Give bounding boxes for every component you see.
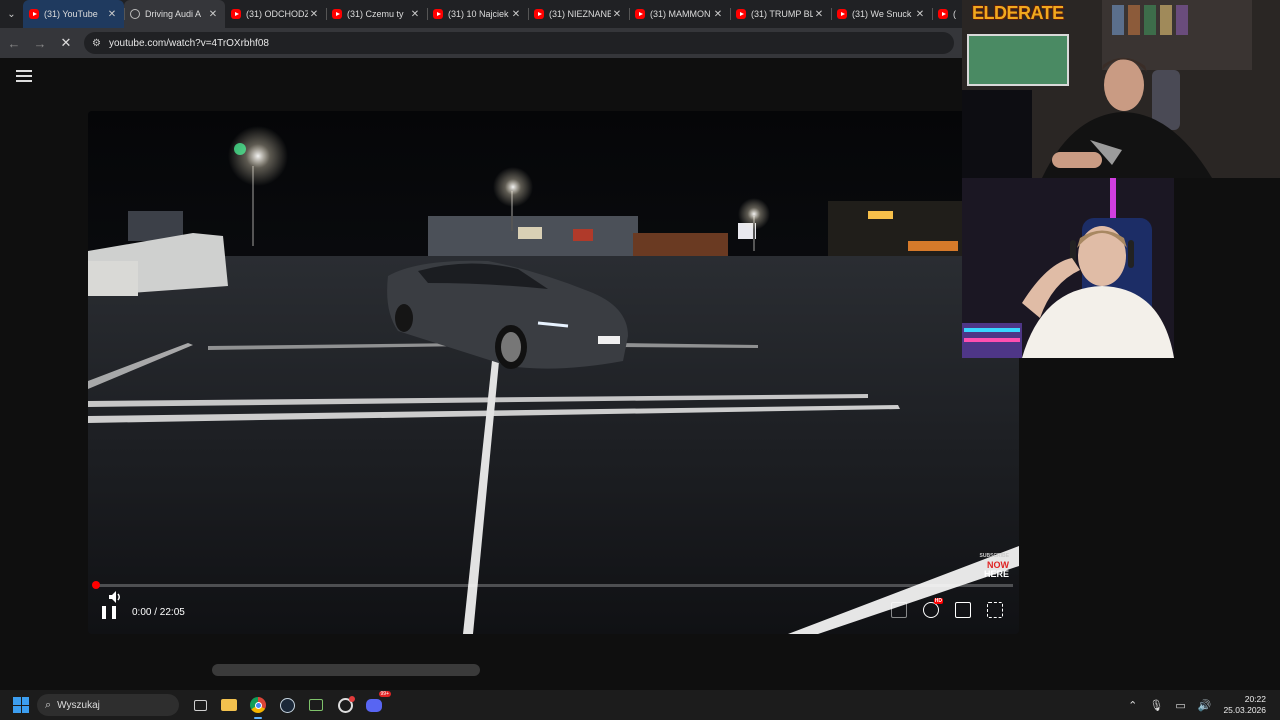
microphone-icon[interactable]: 🎙 xyxy=(1149,699,1163,712)
progress-bar[interactable] xyxy=(92,581,1013,589)
webcam-top-image xyxy=(962,0,1280,178)
site-settings-icon[interactable]: ⚙ xyxy=(92,38,101,49)
tab-title: (31) YouTube xyxy=(44,9,98,19)
tab-title: (31) 10 Najciek xyxy=(448,9,509,19)
fullscreen-icon[interactable] xyxy=(987,602,1003,618)
speaker-icon[interactable]: 🔊 xyxy=(1198,699,1212,712)
chrome-icon[interactable] xyxy=(247,694,269,719)
video-player[interactable]: SUBSCRIBE NOW HERE 0:00 / 22:05 HD xyxy=(88,111,1019,634)
browser-tab[interactable]: (31) ODCHODZ ✕ xyxy=(225,0,326,28)
browser-tab[interactable]: (31) YouTube ✕ xyxy=(23,0,124,28)
player-controls: 0:00 / 22:05 HD xyxy=(88,581,1019,634)
tab-close-icon[interactable]: ✕ xyxy=(510,9,522,20)
windows-start-icon[interactable] xyxy=(13,697,29,713)
progress-scrubber[interactable] xyxy=(92,581,100,589)
tab-title: (31) NIEZNANE xyxy=(549,9,611,19)
task-view-icon[interactable] xyxy=(189,694,211,716)
back-arrow-icon[interactable]: ← xyxy=(2,31,26,55)
browser-tab[interactable]: (31) We Snuck ✕ xyxy=(831,0,932,28)
tab-title: (31) MAMMON xyxy=(650,9,711,19)
browser-tab[interactable]: (31) NIEZNANE ✕ xyxy=(528,0,629,28)
tab-title: (31) We Snuck xyxy=(852,9,912,19)
browser-tab[interactable]: (31) MAMMON ✕ xyxy=(629,0,730,28)
youtube-icon xyxy=(736,9,746,19)
file-explorer-icon[interactable] xyxy=(218,694,240,716)
browser-toolbar: ← → ✕ ⚙ youtube.com/watch?v=4TrOXrbhf08 xyxy=(0,28,962,58)
tab-title: (31) ODCHODZ xyxy=(246,9,308,19)
tab-close-icon[interactable]: ✕ xyxy=(308,9,320,20)
time-display: 0:00 / 22:05 xyxy=(132,606,185,618)
volume-icon[interactable] xyxy=(108,590,124,604)
steam-icon[interactable] xyxy=(276,694,298,716)
browser-tab[interactable]: Driving Audi A ✕ xyxy=(124,0,225,28)
youtube-icon xyxy=(332,9,342,19)
tab-title: (3 xyxy=(953,9,956,19)
url-text[interactable]: youtube.com/watch?v=4TrOXrbhf08 xyxy=(109,38,269,49)
webcam-bottom-image xyxy=(962,178,1174,358)
network-icon[interactable]: ▭ xyxy=(1175,699,1185,712)
address-bar[interactable]: ⚙ youtube.com/watch?v=4TrOXrbhf08 xyxy=(84,32,954,54)
loading-icon xyxy=(130,9,140,19)
subtitles-icon[interactable] xyxy=(891,602,907,618)
tab-close-icon[interactable]: ✕ xyxy=(712,9,724,20)
tab-title: (31) TRUMP BL xyxy=(751,9,813,19)
youtube-icon xyxy=(29,9,39,19)
taskbar-search[interactable]: ⌕ Wyszukaj xyxy=(37,694,179,716)
tab-search-chevron-icon[interactable]: ⌄ xyxy=(0,0,23,28)
tab-close-icon[interactable]: ✕ xyxy=(611,9,623,20)
stream-logo: ELDERATE xyxy=(972,3,1064,23)
youtube-icon xyxy=(534,9,544,19)
tab-strip: ⌄ (31) YouTube ✕ Driving Audi A ✕ (31) ODCHO… xyxy=(0,0,962,28)
browser-tab[interactable]: (31) 10 Najciek ✕ xyxy=(427,0,528,28)
tab-close-icon[interactable]: ✕ xyxy=(409,9,421,20)
taskbar-clock[interactable]: 20:22 25.03.2026 xyxy=(1223,694,1266,716)
youtube-icon xyxy=(837,9,847,19)
stop-loading-icon[interactable]: ✕ xyxy=(54,31,78,55)
horizontal-scrollbar[interactable] xyxy=(212,664,480,676)
youtube-icon xyxy=(635,9,645,19)
webcam-overlay-top: ELDERATE xyxy=(962,0,1280,178)
subscribe-watermark: SUBSCRIBE NOW HERE xyxy=(980,552,1009,579)
clock-date: 25.03.2026 xyxy=(1223,705,1266,715)
webcam-overlay-bottom xyxy=(962,178,1174,358)
obs-icon[interactable] xyxy=(334,694,356,716)
tab-title: (31) Czemu ty xyxy=(347,9,404,19)
chevron-up-icon[interactable]: ⌃ xyxy=(1128,699,1137,712)
menu-icon[interactable] xyxy=(16,70,32,82)
search-placeholder: Wyszukaj xyxy=(57,699,100,711)
tab-close-icon[interactable]: ✕ xyxy=(813,9,825,20)
discord-icon[interactable]: 99+ xyxy=(363,691,391,716)
youtube-icon xyxy=(938,9,948,19)
tab-title: Driving Audi A xyxy=(145,9,202,19)
settings-gear-icon[interactable]: HD xyxy=(923,598,943,618)
subscribe-here-text: HERE xyxy=(983,569,1009,579)
youtube-icon xyxy=(433,9,443,19)
clock-time: 20:22 xyxy=(1244,694,1266,704)
theater-mode-icon[interactable] xyxy=(955,602,971,618)
browser-tab[interactable]: (31) TRUMP BL ✕ xyxy=(730,0,831,28)
xbox-icon[interactable] xyxy=(305,694,327,716)
pause-icon[interactable] xyxy=(102,605,116,619)
tab-close-icon[interactable]: ✕ xyxy=(106,9,118,20)
browser-tab[interactable]: (31) Czemu ty ✕ xyxy=(326,0,427,28)
forward-arrow-icon[interactable]: → xyxy=(28,31,52,55)
browser-tab[interactable]: (3 xyxy=(932,0,962,28)
hd-badge: HD xyxy=(933,598,943,604)
tab-close-icon[interactable]: ✕ xyxy=(207,9,219,20)
video-frame xyxy=(88,111,1019,634)
tab-close-icon[interactable]: ✕ xyxy=(914,9,926,20)
windows-taskbar: ⌕ Wyszukaj 99+ ⌃ 🎙 ▭ 🔊 20:22 25.03.2026 xyxy=(0,690,1280,720)
discord-notification-badge: 99+ xyxy=(378,691,391,697)
search-icon: ⌕ xyxy=(45,698,52,711)
youtube-icon xyxy=(231,9,241,19)
system-tray: ⌃ 🎙 ▭ 🔊 20:22 25.03.2026 xyxy=(1128,690,1280,720)
